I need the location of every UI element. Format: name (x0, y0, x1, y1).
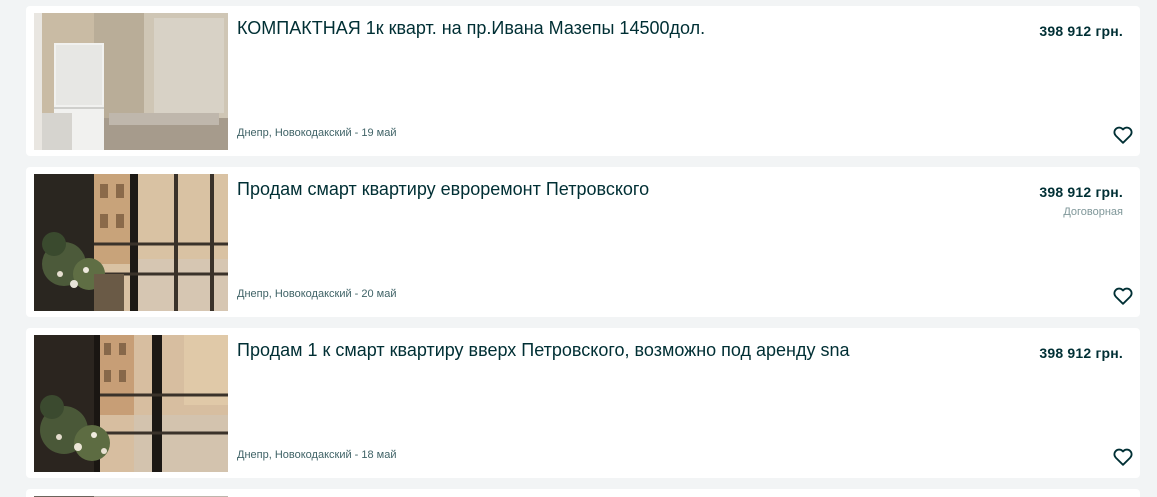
listing-price: 398 912 грн. (1039, 23, 1123, 39)
favorite-heart-icon[interactable] (1112, 124, 1134, 146)
negotiable-label: Договорная (1063, 206, 1123, 218)
listing-location-date: Днепр, Новокодакский - 19 май (237, 127, 397, 139)
listing-title[interactable]: КОМПАКТНАЯ 1к кварт. на пр.Ивана Мазепы … (237, 17, 1027, 39)
favorite-heart-icon[interactable] (1112, 446, 1134, 468)
listing-photo[interactable] (34, 13, 228, 150)
listing-card[interactable]: КОМПАКТНАЯ 1к кварт. на пр.Ивана Мазепы … (26, 6, 1140, 156)
listing-list: КОМПАКТНАЯ 1к кварт. на пр.Ивана Мазепы … (0, 0, 1157, 497)
listing-card-partial[interactable] (26, 489, 1140, 497)
listing-title[interactable]: Продам 1 к смарт квартиру вверх Петровск… (237, 339, 1027, 361)
favorite-heart-icon[interactable] (1112, 285, 1134, 307)
listing-photo[interactable] (34, 335, 228, 472)
listing-title[interactable]: Продам смарт квартиру евроремонт Петровс… (237, 178, 1027, 200)
listing-price: 398 912 грн. (1039, 184, 1123, 200)
listing-photo[interactable] (34, 174, 228, 311)
listing-price: 398 912 грн. (1039, 345, 1123, 361)
listing-location-date: Днепр, Новокодакский - 18 май (237, 449, 397, 461)
listing-card[interactable]: Продам смарт квартиру евроремонт Петровс… (26, 167, 1140, 317)
listing-location-date: Днепр, Новокодакский - 20 май (237, 288, 397, 300)
listing-card[interactable]: Продам 1 к смарт квартиру вверх Петровск… (26, 328, 1140, 478)
